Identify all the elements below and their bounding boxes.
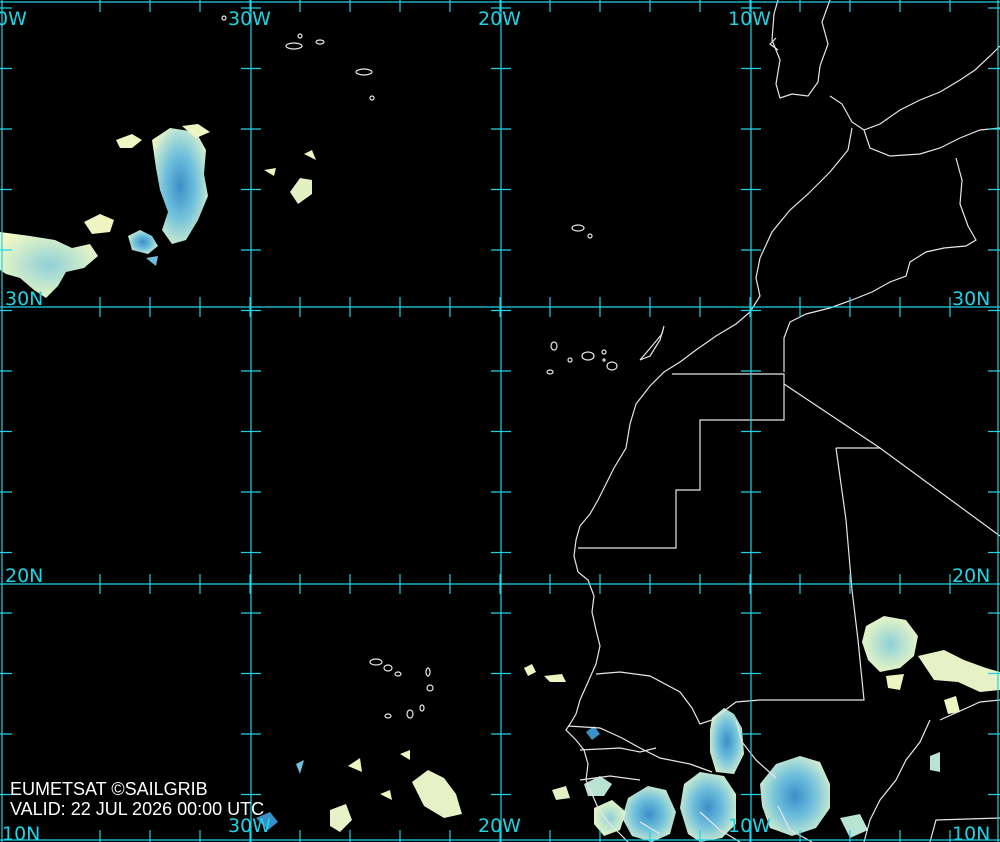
lat-label-right-20n: 20N bbox=[952, 565, 990, 587]
satellite-map: 0W 30W 20W 10W 30N 20N 30N 20N 10N 30W 2… bbox=[0, 0, 1000, 842]
lon-label-top-20w: 20W bbox=[478, 8, 521, 30]
lat-label-left-20n: 20N bbox=[5, 565, 43, 587]
lon-label-top-0: 0W bbox=[0, 8, 27, 30]
lon-label-top-10w: 10W bbox=[728, 8, 771, 30]
valid-time-label: VALID: 22 JUL 2026 00:00 UTC bbox=[10, 799, 264, 819]
lat-label-left-30n: 30N bbox=[5, 288, 43, 310]
lon-label-bottom-10w: 10W bbox=[728, 815, 771, 837]
lat-label-right-30n: 30N bbox=[952, 288, 990, 310]
lat-label-bottom-left-10n: 10N bbox=[2, 823, 40, 842]
lon-label-top-30w: 30W bbox=[228, 8, 271, 30]
lat-label-bottom-right-10n: 10N bbox=[952, 823, 990, 842]
credit-label: EUMETSAT ©SAILGRIB bbox=[10, 779, 208, 799]
lon-label-bottom-20w: 20W bbox=[478, 815, 521, 837]
